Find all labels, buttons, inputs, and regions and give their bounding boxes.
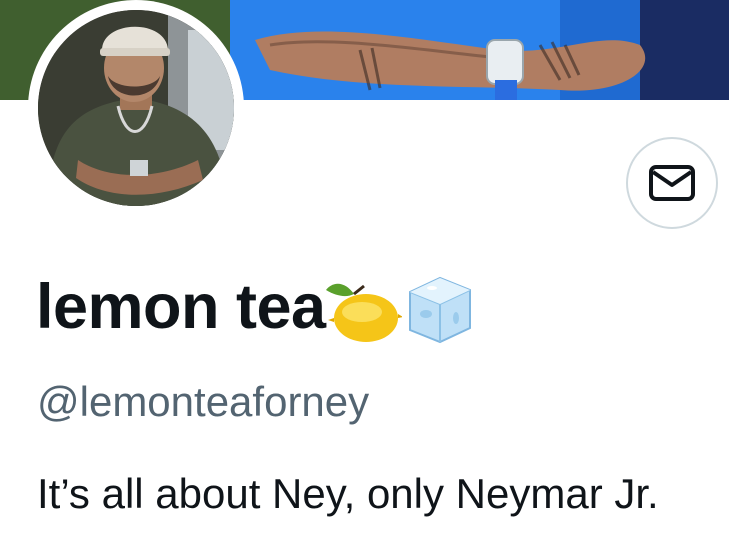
- profile-page: lemon tea @lemonteaforney It’s all about…: [0, 0, 729, 556]
- ice-cube-emoji-icon: [408, 276, 471, 344]
- display-name: lemon tea: [36, 272, 326, 342]
- profile-bio: It’s all about Ney, only Neymar Jr.: [37, 470, 659, 517]
- message-button[interactable]: [626, 137, 718, 229]
- display-name-row: lemon tea: [36, 268, 476, 346]
- avatar-photo: [38, 10, 234, 206]
- profile-avatar[interactable]: [28, 0, 244, 216]
- lemon-emoji-icon: [325, 283, 402, 342]
- profile-handle: @lemonteaforney: [37, 378, 370, 425]
- envelope-icon: [649, 165, 695, 201]
